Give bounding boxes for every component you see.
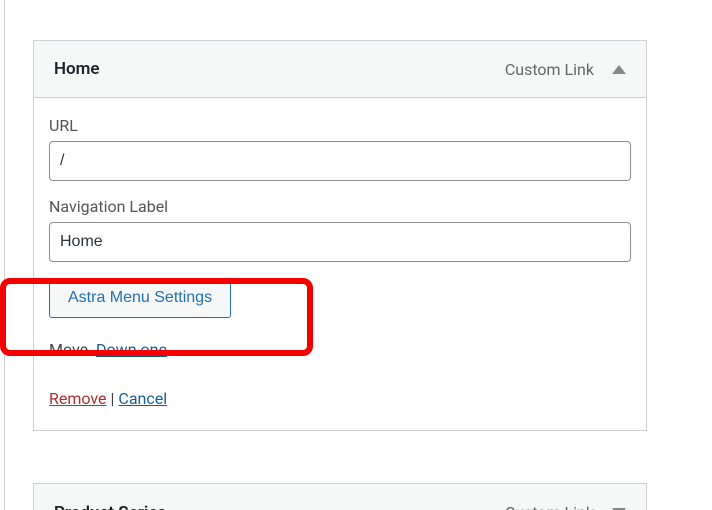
menu-item-header-right: Custom Link (505, 60, 626, 79)
menu-item-header[interactable]: Home Custom Link (34, 41, 646, 98)
right-fade-overlay (662, 0, 712, 510)
move-row: Move Down one (49, 340, 631, 359)
url-input[interactable] (49, 141, 631, 181)
menu-item-type-label: Custom Link (505, 503, 594, 510)
menu-item-product-series: Product Series Custom Link (33, 483, 647, 510)
panel-left-border (4, 0, 5, 510)
menu-item-body: URL Navigation Label Astra Menu Settings… (34, 98, 646, 430)
astra-menu-settings-button[interactable]: Astra Menu Settings (49, 278, 231, 318)
url-field-block: URL (49, 116, 631, 181)
separator: | (107, 389, 119, 408)
menu-item-header[interactable]: Product Series Custom Link (34, 484, 646, 510)
nav-label-label: Navigation Label (49, 197, 631, 216)
menu-item-home: Home Custom Link URL Navigation Label As… (33, 40, 647, 431)
move-down-link[interactable]: Down one (96, 340, 167, 359)
menu-item-header-right: Custom Link (505, 503, 626, 510)
collapse-up-icon[interactable] (612, 65, 626, 74)
astra-settings-row: Astra Menu Settings (49, 278, 631, 318)
menu-item-title: Home (54, 59, 100, 79)
actions-row: Remove|Cancel (49, 389, 631, 408)
url-label: URL (49, 116, 631, 135)
menu-item-title: Product Series (54, 503, 166, 510)
remove-link[interactable]: Remove (49, 389, 107, 408)
cancel-link[interactable]: Cancel (118, 389, 167, 408)
move-label: Move (49, 340, 88, 359)
nav-label-input[interactable] (49, 222, 631, 262)
menu-item-type-label: Custom Link (505, 60, 594, 79)
nav-label-field-block: Navigation Label (49, 197, 631, 262)
